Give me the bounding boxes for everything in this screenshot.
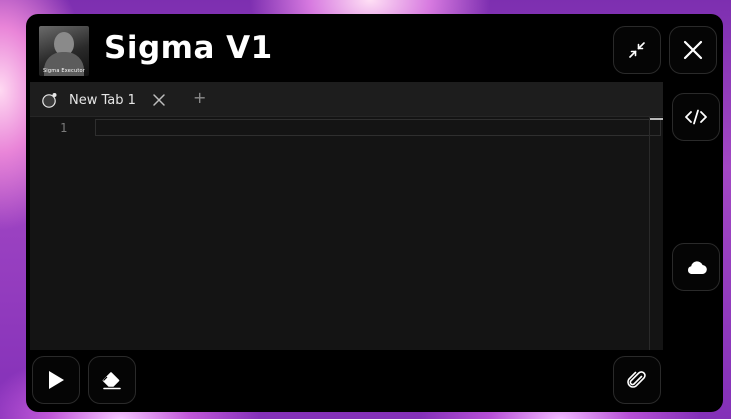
plus-icon: + (193, 88, 207, 107)
close-button[interactable] (669, 26, 717, 74)
logo-caption: Sigma Executor (42, 68, 86, 74)
close-icon (683, 40, 703, 60)
minimize-icon (629, 42, 645, 58)
tab-bar: New Tab 1 + (30, 82, 663, 117)
cloud-icon (687, 261, 707, 275)
editor-current-line[interactable] (95, 119, 661, 136)
line-number: 1 (60, 121, 68, 135)
tab-label: New Tab 1 (69, 92, 136, 108)
code-button[interactable] (672, 93, 720, 141)
add-tab-button[interactable]: + (193, 88, 206, 107)
script-tab-icon (42, 93, 57, 108)
script-editor[interactable]: New Tab 1 + 1 (30, 82, 663, 350)
app-title: Sigma V1 (104, 30, 273, 66)
play-icon (49, 371, 64, 389)
minimize-button[interactable] (613, 26, 661, 74)
attach-button[interactable] (613, 356, 661, 404)
eraser-icon (102, 372, 121, 390)
app-logo: Sigma Executor (39, 26, 89, 76)
execute-button[interactable] (32, 356, 80, 404)
tab-new-tab-1[interactable]: New Tab 1 (42, 86, 166, 114)
tab-close-icon[interactable] (152, 93, 166, 107)
cloud-button[interactable] (672, 243, 720, 291)
clear-button[interactable] (88, 356, 136, 404)
editor-scrollbar[interactable] (649, 117, 663, 350)
paperclip-icon (627, 371, 646, 388)
code-icon (685, 109, 707, 125)
app-window: Sigma Executor Sigma V1 New Tab 1 + 1 (26, 14, 723, 412)
scrollbar-thumb[interactable] (650, 118, 663, 120)
